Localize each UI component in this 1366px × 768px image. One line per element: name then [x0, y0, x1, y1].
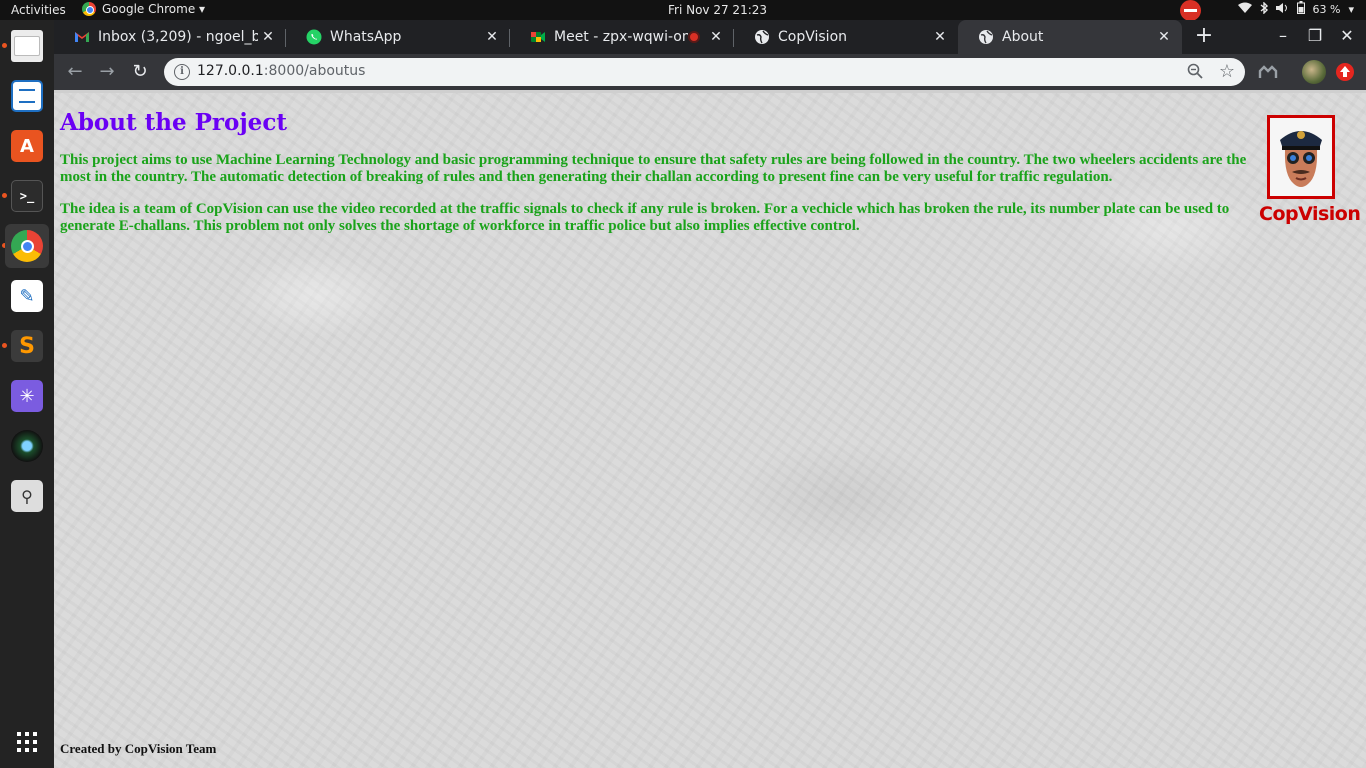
police-officer-icon	[1267, 115, 1335, 199]
tab-whatsapp[interactable]: WhatsApp ✕	[286, 20, 510, 54]
minimize-button[interactable]: –	[1271, 26, 1295, 48]
url-host: 127.0.0.1	[197, 63, 264, 79]
tab-strip: Inbox (3,209) - ngoel_be ✕ WhatsApp ✕ Me…	[54, 20, 1366, 54]
software-icon[interactable]: A	[5, 124, 49, 168]
globe-icon	[978, 29, 994, 45]
dock: A >_ ✎ S ✳ ⚲	[0, 20, 54, 768]
do-not-disturb-icon[interactable]	[1180, 0, 1201, 21]
close-icon[interactable]: ✕	[258, 29, 278, 45]
new-tab-button[interactable]: +	[1192, 25, 1216, 49]
window-close-button[interactable]: ✕	[1335, 26, 1359, 48]
project-description-paragraph: This project aims to use Machine Learnin…	[60, 152, 1247, 185]
tab-title: Meet - zpx-wqwi-om	[554, 29, 688, 45]
browser-toolbar: ← → ↻ i 127.0.0.1:8000/aboutus ☆	[54, 54, 1366, 90]
globe-icon	[754, 29, 770, 45]
apps-grid-icon[interactable]	[5, 720, 49, 764]
tab-title: Inbox (3,209) - ngoel_be	[98, 29, 258, 45]
logo-text: CopVision	[1259, 203, 1361, 225]
close-icon[interactable]: ✕	[1154, 29, 1174, 45]
camera-icon[interactable]	[5, 424, 49, 468]
address-bar[interactable]: i 127.0.0.1:8000/aboutus ☆	[164, 58, 1245, 86]
chrome-icon[interactable]	[5, 224, 49, 268]
zoom-icon[interactable]	[1187, 63, 1203, 79]
app-menu-label: Google Chrome ▾	[102, 2, 206, 16]
copvision-logo: CopVision	[1257, 115, 1361, 230]
url-path: :8000/aboutus	[263, 63, 366, 79]
battery-icon	[1296, 1, 1305, 17]
tab-title: WhatsApp	[330, 29, 402, 45]
activities-button[interactable]: Activities	[11, 3, 66, 17]
page-title: About the Project	[60, 109, 287, 136]
reload-button[interactable]: ↻	[128, 60, 152, 84]
tab-about[interactable]: About ✕	[958, 20, 1182, 54]
volume-icon	[1275, 2, 1289, 17]
back-button[interactable]: ←	[63, 60, 87, 84]
page-viewport: About the Project This project aims to u…	[54, 90, 1366, 768]
writer-icon[interactable]	[5, 74, 49, 118]
system-tray[interactable]: 63 % ▾	[1237, 0, 1354, 17]
meet-icon	[530, 29, 546, 45]
search-icon[interactable]: ⚲	[5, 474, 49, 518]
terminal-icon[interactable]: >_	[5, 174, 49, 218]
text-editor-icon[interactable]: ✎	[5, 274, 49, 318]
url-text[interactable]: 127.0.0.1:8000/aboutus	[197, 63, 365, 79]
footer-credit: Created by CopVision Team	[60, 741, 217, 756]
chrome-icon	[82, 2, 96, 16]
tab-title: CopVision	[778, 29, 848, 45]
close-icon[interactable]: ✕	[706, 29, 726, 45]
bluetooth-icon	[1260, 0, 1268, 17]
close-icon[interactable]: ✕	[930, 29, 950, 45]
project-idea-paragraph: The idea is a team of CopVision can use …	[60, 201, 1230, 234]
forward-button[interactable]: →	[95, 60, 119, 84]
tab-title: About	[1002, 29, 1044, 45]
system-top-bar: Activities Google Chrome ▾ Fri Nov 27 21…	[0, 0, 1366, 21]
gmail-icon	[74, 29, 90, 45]
tab-meet[interactable]: Meet - zpx-wqwi-om ✕	[510, 20, 734, 54]
extension-icon[interactable]	[1258, 62, 1278, 82]
clock[interactable]: Fri Nov 27 21:23	[668, 3, 767, 17]
close-icon[interactable]: ✕	[482, 29, 502, 45]
files-icon[interactable]	[5, 24, 49, 68]
avatar[interactable]	[1302, 60, 1326, 84]
chevron-down-icon: ▾	[1348, 2, 1354, 16]
bookmark-star-icon[interactable]: ☆	[1219, 61, 1235, 82]
battery-percent: 63 %	[1312, 2, 1341, 16]
app-menu[interactable]: Google Chrome ▾	[82, 2, 205, 16]
tab-gmail[interactable]: Inbox (3,209) - ngoel_be ✕	[54, 20, 286, 54]
info-icon[interactable]: i	[174, 64, 190, 80]
update-icon[interactable]	[1335, 62, 1355, 82]
recording-icon	[688, 31, 700, 43]
maximize-button[interactable]: ❐	[1303, 26, 1327, 48]
network-icon[interactable]: ✳	[5, 374, 49, 418]
wifi-icon	[1237, 2, 1252, 17]
sublime-icon[interactable]: S	[5, 324, 49, 368]
tab-copvision[interactable]: CopVision ✕	[734, 20, 958, 54]
whatsapp-icon	[306, 29, 322, 45]
